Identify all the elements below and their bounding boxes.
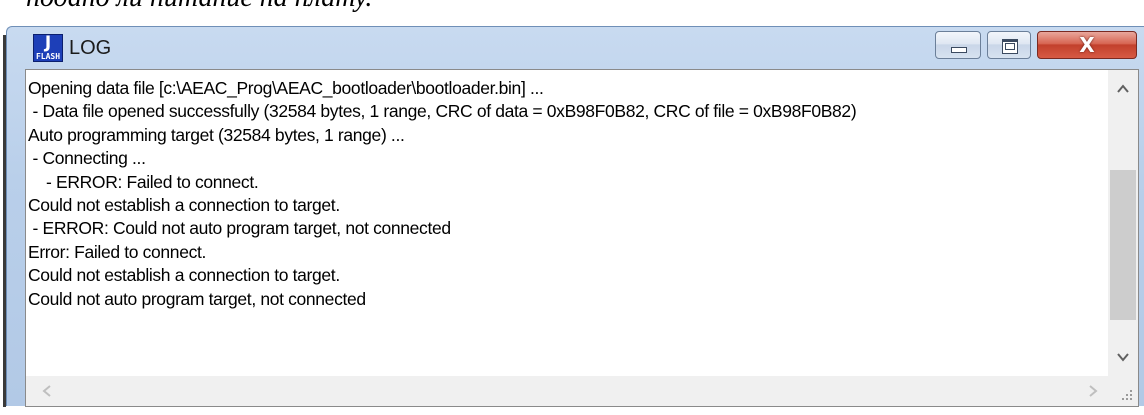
vertical-scroll-thumb[interactable] [1110, 170, 1136, 320]
horizontal-scrollbar[interactable] [26, 376, 1138, 406]
log-line: Error: Failed to connect. [28, 241, 206, 262]
log-line: - ERROR: Could not auto program target, … [28, 218, 452, 239]
log-line: - Connecting ... [28, 148, 146, 169]
log-line: Opening data file [c:\AEAC_Prog\AEAC_boo… [28, 78, 544, 98]
maximize-button[interactable] [987, 31, 1031, 59]
chevron-up-icon-svg [1117, 84, 1129, 93]
document-caption: подано ли питание на плату. [26, 0, 372, 12]
log-panel[interactable]: Opening data file [c:\AEAC_Prog\AEAC_boo… [25, 69, 1139, 407]
minimize-button[interactable] [935, 31, 981, 59]
title-bar[interactable]: J FLASH LOG X [7, 27, 1144, 69]
size-grip-icon-svg [1122, 390, 1132, 400]
jflash-app-icon[interactable]: J FLASH [33, 34, 63, 62]
log-line: - Data file opened successfully (32584 b… [28, 101, 857, 122]
chevron-up-icon[interactable] [1108, 74, 1138, 104]
close-icon: X [1079, 33, 1095, 57]
chevron-down-icon[interactable] [1108, 342, 1138, 372]
vertical-scrollbar[interactable] [1108, 70, 1138, 376]
window-title: LOG [69, 37, 112, 59]
log-line: - ERROR: Failed to connect. [28, 171, 259, 192]
chevron-down-icon-svg [1117, 353, 1129, 362]
maximize-icon [1002, 39, 1018, 54]
chevron-left-icon[interactable] [32, 376, 62, 406]
log-line: Auto programming target (32584 bytes, 1 … [28, 124, 405, 145]
log-line: Could not establish a connection to targ… [28, 265, 340, 286]
app-icon-letter: J [44, 33, 52, 53]
close-button[interactable]: X [1037, 31, 1137, 59]
chevron-left-icon-svg [42, 385, 51, 397]
app-icon-sublabel: FLASH [35, 52, 61, 61]
log-text-area[interactable]: Opening data file [c:\AEAC_Prog\AEAC_boo… [26, 70, 1106, 370]
minimize-icon [951, 47, 967, 53]
chevron-right-icon-svg [1089, 385, 1098, 397]
size-grip-icon[interactable] [1112, 380, 1136, 404]
log-line: Could not establish a connection to targ… [28, 194, 340, 215]
chevron-right-icon[interactable] [1078, 376, 1108, 406]
log-window: J FLASH LOG X Opening data file [c:\AEAC… [3, 26, 1144, 407]
log-line: Could not auto program target, not conne… [28, 288, 366, 309]
